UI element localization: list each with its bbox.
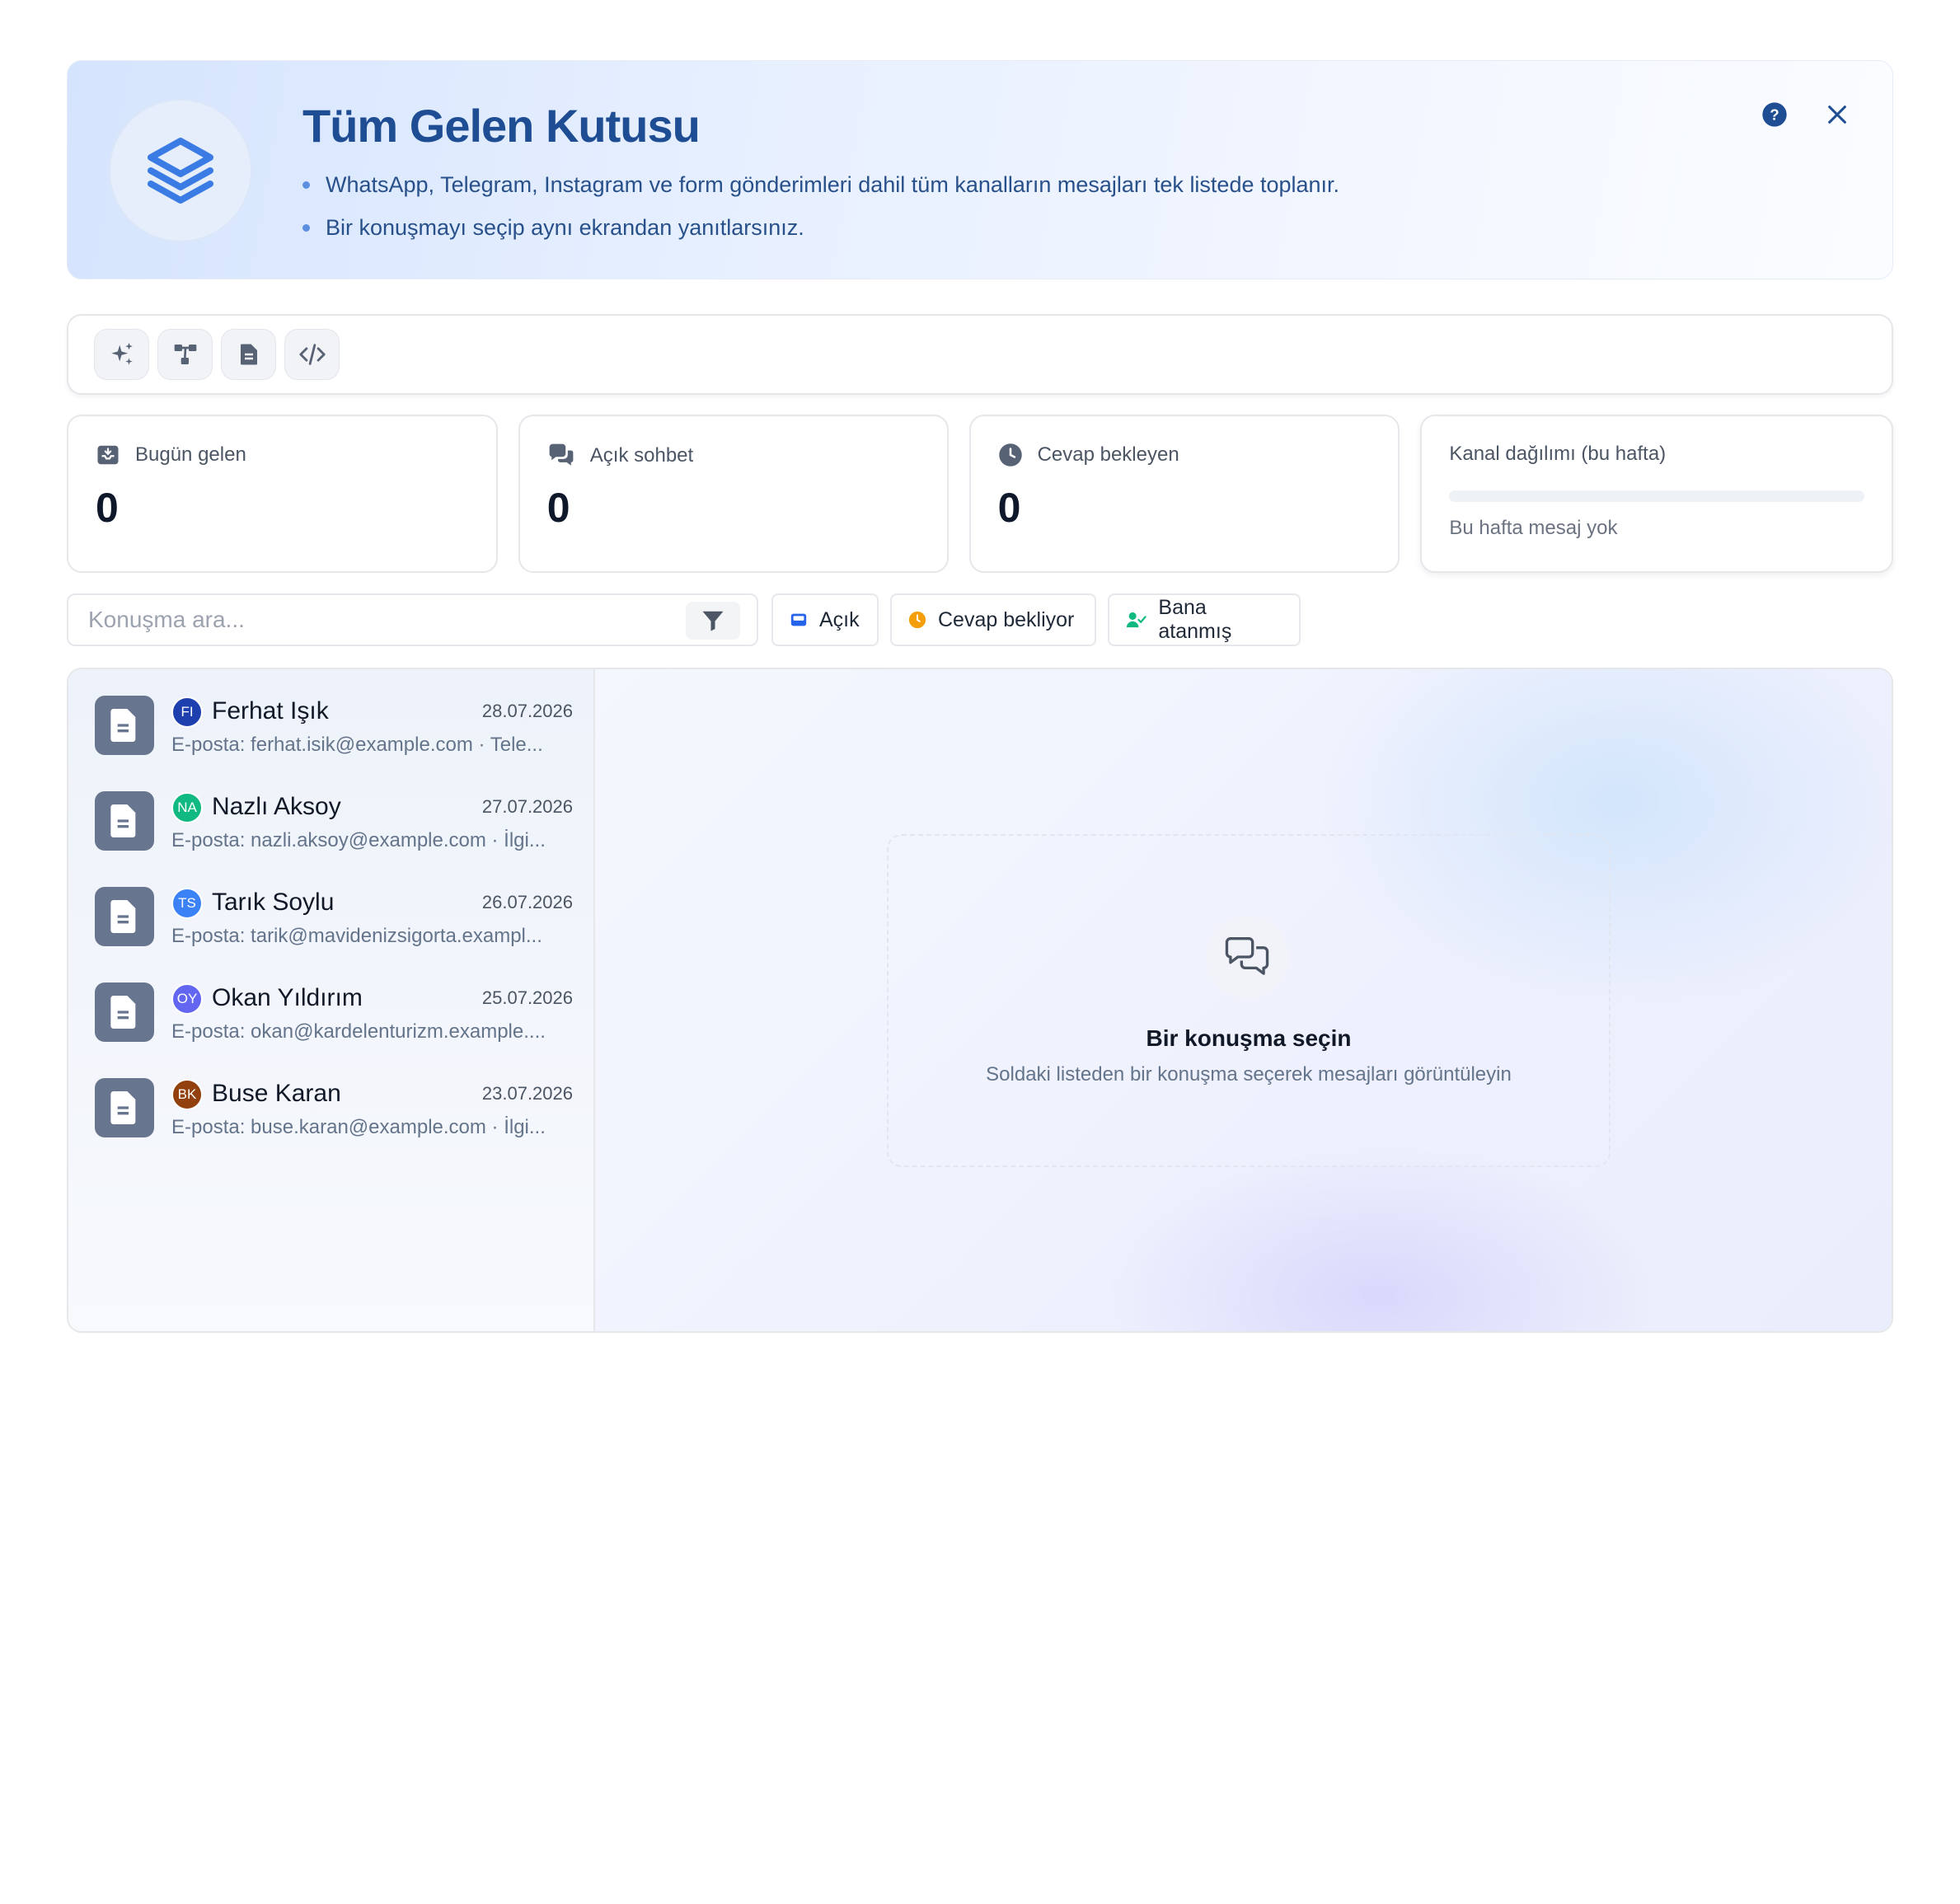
avatar: BK [171, 1079, 203, 1110]
page: Tüm Gelen Kutusu WhatsApp, Telegram, Ins… [67, 60, 1893, 1333]
close-button[interactable] [1817, 94, 1858, 135]
contact-name: Tarık Soylu [212, 889, 335, 916]
stat-card-open: Açık sohbet 0 [518, 415, 949, 573]
stat-value: 0 [96, 485, 119, 531]
stat-label: Bugün gelen [135, 443, 246, 466]
banner-bullet: WhatsApp, Telegram, Instagram ve form gö… [302, 163, 1339, 206]
layers-icon [109, 99, 252, 242]
search-box [67, 593, 758, 646]
inbox-panel: FI Ferhat Işık 28.07.2026 E-posta: ferha… [67, 668, 1893, 1333]
empty-state: Bir konuşma seçin Soldaki listeden bir k… [887, 834, 1611, 1167]
channel-distribution-bar [1449, 490, 1864, 502]
stats-row: Bugün gelen 0 Açık sohbet 0 Cevap bekley… [67, 415, 1893, 573]
toolbar [67, 314, 1893, 395]
filter-chip-open[interactable]: Açık [771, 593, 879, 646]
channel-empty-text: Bu hafta mesaj yok [1449, 517, 1618, 539]
workflow-button[interactable] [157, 329, 213, 380]
banner-bullet: Bir konuşmayı seçip aynı ekrandan yanıtl… [302, 206, 1339, 249]
form-document-icon [95, 1078, 154, 1137]
empty-state-title: Bir konuşma seçin [1146, 1025, 1352, 1051]
inbox-icon [790, 613, 807, 626]
document-button[interactable] [221, 329, 276, 380]
avatar: OY [171, 983, 203, 1015]
form-document-icon [95, 887, 154, 946]
filter-chip-assigned-to-me[interactable]: Bana atanmış [1108, 593, 1301, 646]
code-icon [298, 344, 326, 365]
conversation-item[interactable]: TS Tarık Soylu 26.07.2026 E-posta: tarik… [95, 887, 573, 953]
form-document-icon [95, 696, 154, 755]
conversation-preview: E-posta: ferhat.isik@example.com · Tele.… [171, 734, 543, 756]
conversation-list: FI Ferhat Işık 28.07.2026 E-posta: ferha… [68, 669, 595, 1331]
form-document-icon [95, 982, 154, 1042]
stat-label: Kanal dağılımı (bu hafta) [1449, 443, 1667, 465]
filter-row: Açık Cevap bekliyor Bana atanmış [67, 593, 1893, 646]
page-title: Tüm Gelen Kutusu [302, 100, 701, 152]
conversation-item[interactable]: OY Okan Yıldırım 25.07.2026 E-posta: oka… [95, 982, 573, 1048]
conversation-date: 25.07.2026 [481, 987, 573, 1008]
conversation-preview: E-posta: nazli.aksoy@example.com · İlgi.… [171, 829, 546, 851]
chip-label: Cevap bekliyor [938, 607, 1075, 631]
conversation-detail: Bir konuşma seçin Soldaki listeden bir k… [595, 669, 1892, 1331]
conversation-date: 28.07.2026 [481, 701, 573, 721]
stat-value: 0 [997, 485, 1021, 531]
avatar: FI [171, 696, 203, 728]
conversation-item[interactable]: BK Buse Karan 23.07.2026 E-posta: buse.k… [95, 1078, 573, 1144]
stat-value: 0 [546, 485, 570, 531]
form-document-icon [95, 791, 154, 851]
search-input[interactable] [68, 595, 687, 645]
chat-outline-icon [1206, 916, 1288, 998]
stat-label: Açık sohbet [589, 444, 694, 467]
conversation-preview: E-posta: tarik@mavidenizsigorta.exampl..… [171, 925, 542, 947]
empty-state-subtitle: Soldaki listeden bir konuşma seçerek mes… [986, 1063, 1512, 1086]
chip-label: Açık [819, 607, 860, 631]
chat-bubbles-icon [549, 443, 574, 466]
ai-button[interactable] [94, 329, 149, 380]
contact-name: Buse Karan [212, 1080, 341, 1107]
help-circle-icon: ? [1762, 102, 1787, 127]
close-icon [1828, 106, 1846, 124]
contact-name: Nazlı Aksoy [212, 793, 341, 820]
sparkles-icon [110, 342, 133, 365]
filter-icon [702, 611, 724, 631]
clock-icon [998, 443, 1022, 467]
conversation-date: 26.07.2026 [481, 892, 573, 912]
workflow-icon [174, 345, 196, 364]
user-check-icon [1126, 612, 1146, 628]
svg-text:?: ? [1770, 106, 1779, 124]
stat-card-today: Bugün gelen 0 [67, 415, 498, 573]
code-button[interactable] [284, 329, 340, 380]
document-icon [240, 344, 257, 365]
avatar: TS [171, 888, 203, 919]
banner-bullets: WhatsApp, Telegram, Instagram ve form gö… [302, 163, 1339, 249]
avatar: NA [171, 792, 203, 823]
stat-label: Cevap bekleyen [1037, 443, 1179, 466]
info-banner: Tüm Gelen Kutusu WhatsApp, Telegram, Ins… [67, 60, 1893, 279]
conversation-date: 27.07.2026 [481, 796, 573, 817]
help-button[interactable]: ? [1754, 94, 1795, 135]
conversation-item[interactable]: FI Ferhat Işık 28.07.2026 E-posta: ferha… [95, 696, 573, 762]
stat-card-waiting: Cevap bekleyen 0 [968, 415, 1400, 573]
contact-name: Okan Yıldırım [212, 984, 363, 1011]
inbox-download-icon [97, 445, 119, 465]
conversation-item[interactable]: NA Nazlı Aksoy 27.07.2026 E-posta: nazli… [95, 791, 573, 857]
chip-label: Bana atanmış [1158, 596, 1232, 643]
filter-button[interactable] [686, 602, 740, 640]
clock-dot-icon [908, 611, 926, 629]
conversation-preview: E-posta: buse.karan@example.com · İlgi..… [171, 1116, 546, 1138]
filter-chip-awaiting-reply[interactable]: Cevap bekliyor [890, 593, 1096, 646]
conversation-preview: E-posta: okan@kardelenturizm.example.... [171, 1020, 546, 1043]
conversation-date: 23.07.2026 [481, 1083, 573, 1104]
contact-name: Ferhat Işık [212, 697, 329, 725]
stat-card-channel-distribution: Kanal dağılımı (bu hafta) Bu hafta mesaj… [1420, 415, 1893, 573]
